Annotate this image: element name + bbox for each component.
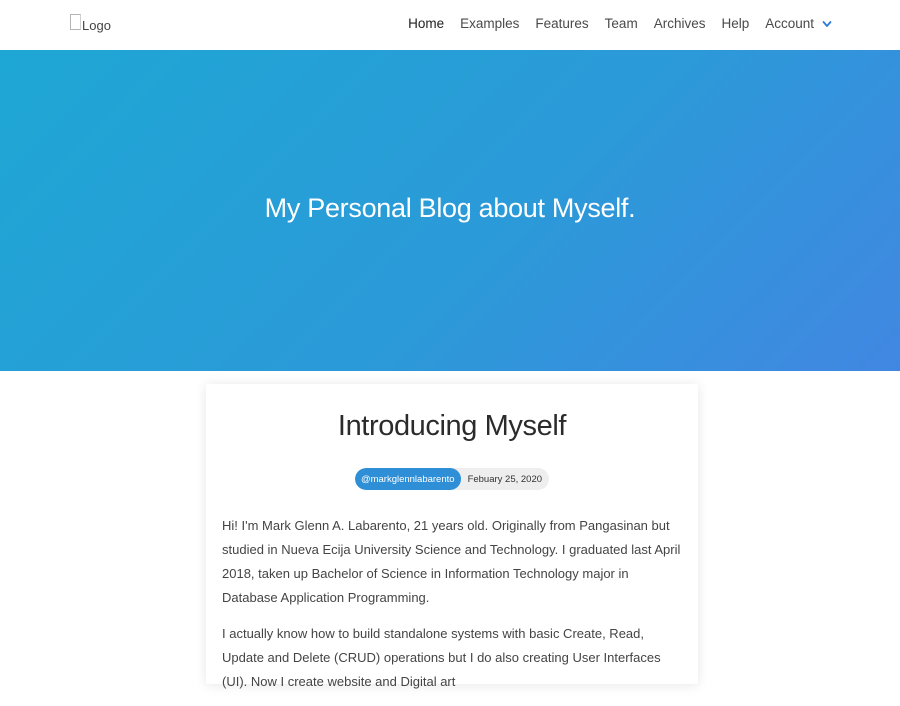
author-badge[interactable]: @markglennlabarento: [354, 468, 461, 490]
hero-title: My Personal Blog about Myself.: [264, 193, 636, 223]
meta-badges: @markglennlabarento Febuary 25, 2020: [354, 468, 550, 490]
post-paragraph: I actually know how to build standalone …: [222, 626, 661, 689]
post-card: Introducing Myself @markglennlabarento F…: [206, 384, 698, 689]
logo-text: Logo: [82, 18, 111, 33]
nav-features[interactable]: Features: [535, 16, 588, 31]
nav-team[interactable]: Team: [605, 16, 638, 31]
nav-help[interactable]: Help: [721, 16, 749, 31]
nav-home[interactable]: Home: [408, 16, 444, 31]
account-dropdown[interactable]: Account: [765, 16, 832, 31]
post-title: Introducing Myself: [337, 410, 567, 442]
account-label: Account: [765, 16, 814, 31]
nav-examples[interactable]: Examples: [460, 16, 519, 31]
logo-link[interactable]: Logo: [70, 13, 111, 33]
top-navbar: Logo Home Examples Features Team Archive…: [0, 0, 900, 50]
broken-image-icon: [70, 14, 81, 30]
nav-archives[interactable]: Archives: [654, 16, 706, 31]
post-body: Hi! I'm Mark Glenn A. Labarento, 21 year…: [222, 514, 682, 706]
chevron-down-icon: [822, 20, 832, 27]
post-meta: @markglennlabarento Febuary 25, 2020: [206, 468, 698, 490]
post-paragraph: Hi! I'm Mark Glenn A. Labarento, 21 year…: [222, 518, 681, 605]
date-badge: Febuary 25, 2020: [467, 473, 543, 485]
hero-banner: My Personal Blog about Myself.: [0, 50, 900, 371]
nav-links: Home Examples Features Team Archives Hel…: [408, 16, 832, 31]
